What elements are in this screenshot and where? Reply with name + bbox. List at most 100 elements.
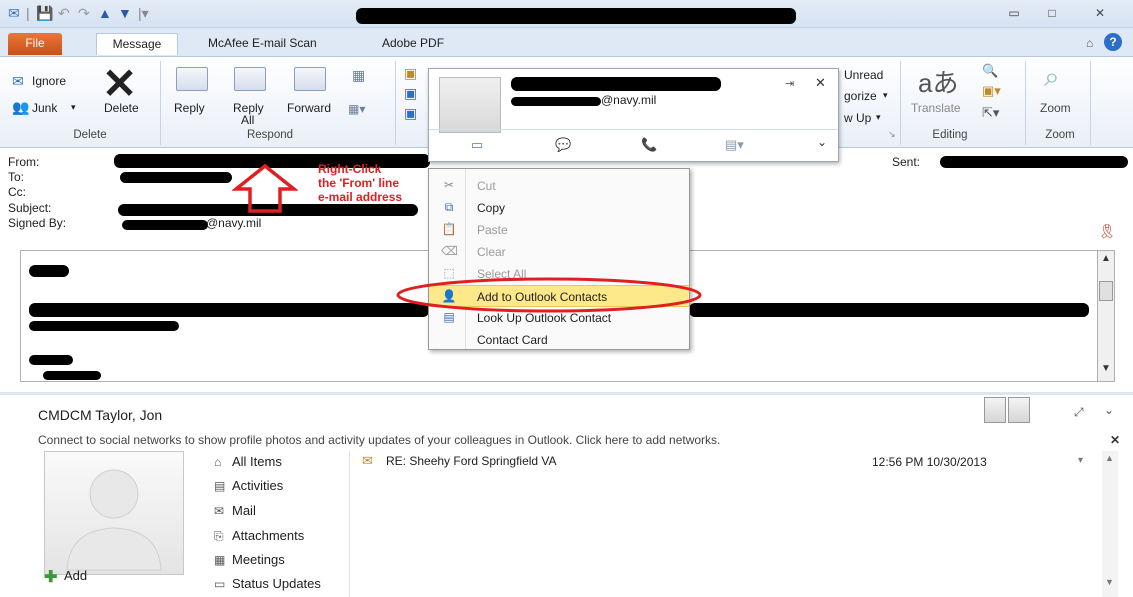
add-contact-plus-icon[interactable]: ✚ — [44, 567, 57, 587]
delete-button[interactable]: Delete — [104, 102, 139, 114]
group-separator — [900, 61, 901, 145]
translate-button[interactable]: Translate — [911, 102, 961, 114]
find-icon[interactable]: 🔍 — [982, 63, 998, 79]
zoom-button[interactable]: Zoom — [1040, 102, 1071, 114]
chevron-up-icon[interactable]: ▲ — [1105, 453, 1114, 463]
dialog-launcher-icon[interactable]: ↘ — [888, 129, 896, 140]
group-separator — [160, 61, 161, 145]
menu-item-label: Contact Card — [477, 333, 548, 347]
home-icon: ⌂ — [214, 455, 222, 469]
ignore-button[interactable]: Ignore — [32, 75, 66, 87]
annotation-line-3: e-mail address — [318, 190, 403, 204]
customize-toolbar-icon[interactable]: |▾ — [138, 5, 149, 22]
nav-all-items[interactable]: ⌂ All Items — [214, 454, 282, 469]
next-item-icon[interactable]: ▼ — [118, 5, 132, 21]
junk-icon: 👥 — [12, 99, 30, 115]
chevron-down-icon: ▾ — [71, 102, 76, 112]
chevron-down-icon[interactable]: ▾ — [1078, 455, 1083, 466]
ribbon-tabs: File Message McAfee E-mail Scan Adobe PD… — [0, 28, 1133, 56]
body-scrollbar[interactable]: ▲ ▼ — [1097, 250, 1115, 382]
reply-all-icon — [234, 67, 266, 91]
chevron-down-icon[interactable]: ⌄ — [1104, 403, 1114, 417]
signature-icon[interactable]: 🎗 — [1098, 223, 1116, 240]
schedule-icon[interactable]: ▤▾ — [725, 137, 744, 153]
annotation-arrow-icon — [232, 163, 298, 213]
tab-file[interactable]: File — [8, 33, 62, 55]
to-label: To: — [8, 170, 25, 184]
tab-mcafee[interactable]: McAfee E-mail Scan — [196, 33, 329, 55]
list-item[interactable]: ✉ RE: Sheehy Ford Springfield VA 12:56 P… — [356, 451, 1096, 473]
paste-icon: 📋 — [441, 222, 457, 236]
tab-adobe-pdf[interactable]: Adobe PDF — [370, 33, 456, 55]
close-notice-icon[interactable]: ✕ — [1110, 433, 1120, 447]
chevron-down-icon[interactable]: ▼ — [1099, 363, 1113, 377]
menu-item-label: Paste — [477, 223, 508, 237]
delete-group-label: Delete — [73, 129, 107, 141]
minimize-ribbon-icon[interactable]: ⌂ — [1086, 36, 1093, 50]
nav-label: All Items — [232, 454, 282, 469]
meeting-icon[interactable]: ▦ — [352, 67, 365, 84]
more-respond-icon[interactable]: ▦▾ — [348, 102, 365, 116]
contact-name-redaction — [511, 77, 721, 91]
phone-icon[interactable]: 📞 — [641, 137, 657, 153]
annotation-line-1: Right-Click — [318, 162, 382, 176]
select-icon[interactable]: ⇱▾ — [982, 105, 999, 121]
follow-up-button[interactable]: w Up — [844, 112, 871, 124]
body-redaction — [29, 303, 429, 317]
annotation-line-2: the 'From' line — [318, 176, 400, 190]
nav-label: Attachments — [232, 528, 305, 543]
quick-step-icon[interactable]: ▣ — [404, 105, 417, 122]
related-icon[interactable]: ▣▾ — [982, 83, 1001, 99]
contact-card-popup: @navy.mil ⇥ ✕ ▭ 💬 📞 ▤▾ ⌄ — [428, 68, 839, 162]
restore-button[interactable]: □ — [1040, 6, 1064, 22]
quick-step-icon[interactable]: ▣ — [404, 65, 417, 82]
menu-item-paste[interactable]: 📋 Paste — [429, 219, 689, 241]
categorize-button[interactable]: gorize — [844, 90, 877, 102]
body-redaction — [29, 321, 179, 331]
quick-step-icon[interactable]: ▣ — [404, 85, 417, 102]
reply-icon — [176, 67, 208, 91]
minimize-button[interactable]: ▭ — [1002, 6, 1026, 22]
help-icon[interactable]: ? — [1104, 33, 1122, 51]
nav-meetings[interactable]: ▦ Meetings — [214, 552, 285, 567]
people-scrollbar[interactable]: ▲ ▼ — [1102, 451, 1118, 597]
nav-mail[interactable]: ✉ Mail — [214, 503, 256, 518]
menu-item-copy[interactable]: ⧉ Copy — [429, 197, 689, 219]
save-icon[interactable]: 💾 — [36, 5, 53, 22]
reply-button[interactable]: Reply — [174, 102, 205, 114]
add-contact-button[interactable]: Add — [64, 568, 87, 583]
nav-attachments[interactable]: ⎘ Attachments — [214, 528, 304, 544]
redo-icon[interactable]: ↷ — [78, 5, 90, 22]
nav-activities[interactable]: ▤ Activities — [214, 478, 283, 493]
chevron-up-icon[interactable]: ▲ — [1099, 253, 1113, 267]
nav-label: Activities — [232, 478, 284, 493]
close-button[interactable]: ✕ — [1088, 6, 1112, 22]
im-icon[interactable]: 💬 — [555, 137, 571, 153]
close-icon[interactable]: ✕ — [815, 75, 826, 91]
menu-item-cut[interactable]: ✂ Cut — [429, 175, 689, 197]
social-network-notice[interactable]: Connect to social networks to show profi… — [38, 433, 720, 447]
cc-label: Cc: — [8, 185, 26, 199]
undo-icon[interactable]: ↶ — [58, 5, 70, 22]
reply-all-label-2: All — [241, 113, 255, 127]
forward-button[interactable]: Forward — [287, 102, 331, 114]
mark-unread-button[interactable]: Unread — [844, 69, 883, 81]
junk-button[interactable]: Junk — [32, 102, 57, 114]
sent-value-redaction — [940, 156, 1128, 168]
contact-photo — [44, 451, 184, 575]
previous-item-icon[interactable]: ▲ — [98, 5, 112, 21]
expand-pane-icon[interactable]: ⤢ — [1074, 405, 1084, 420]
email-icon[interactable]: ▭ — [471, 137, 483, 153]
person-thumbnail-icon[interactable] — [984, 397, 1006, 423]
highlight-ellipse — [396, 277, 702, 313]
menu-item-contact-card[interactable]: Contact Card — [429, 329, 689, 351]
nav-status-updates[interactable]: ▭ Status Updates — [214, 576, 321, 591]
tab-message[interactable]: Message — [96, 33, 178, 55]
scroll-thumb[interactable] — [1099, 281, 1113, 301]
pin-icon[interactable]: ⇥ — [785, 77, 794, 90]
menu-item-clear[interactable]: ⌫ Clear — [429, 241, 689, 263]
expand-card-icon[interactable]: ⌄ — [817, 135, 827, 149]
person-thumbnail-icon[interactable] — [1008, 397, 1030, 423]
chevron-down-icon[interactable]: ▼ — [1105, 577, 1114, 587]
nav-label: Status Updates — [232, 576, 321, 591]
